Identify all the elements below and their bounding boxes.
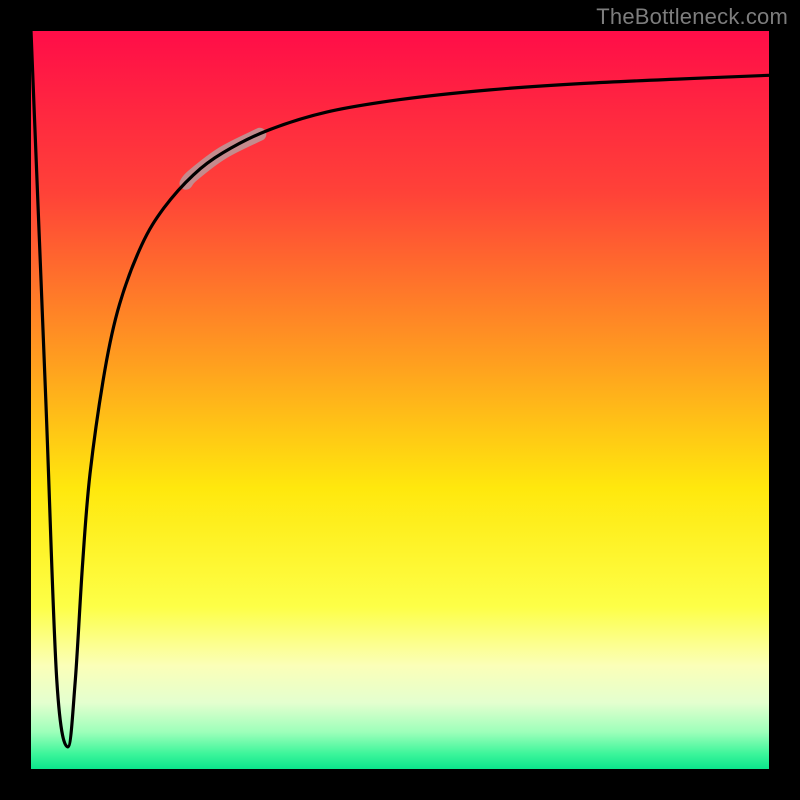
- curve-layer: [31, 31, 769, 769]
- curve-main: [31, 31, 769, 747]
- plot-area: [31, 31, 769, 769]
- curve-highlight: [186, 134, 260, 183]
- chart-frame: TheBottleneck.com: [0, 0, 800, 800]
- watermark-text: TheBottleneck.com: [596, 4, 788, 30]
